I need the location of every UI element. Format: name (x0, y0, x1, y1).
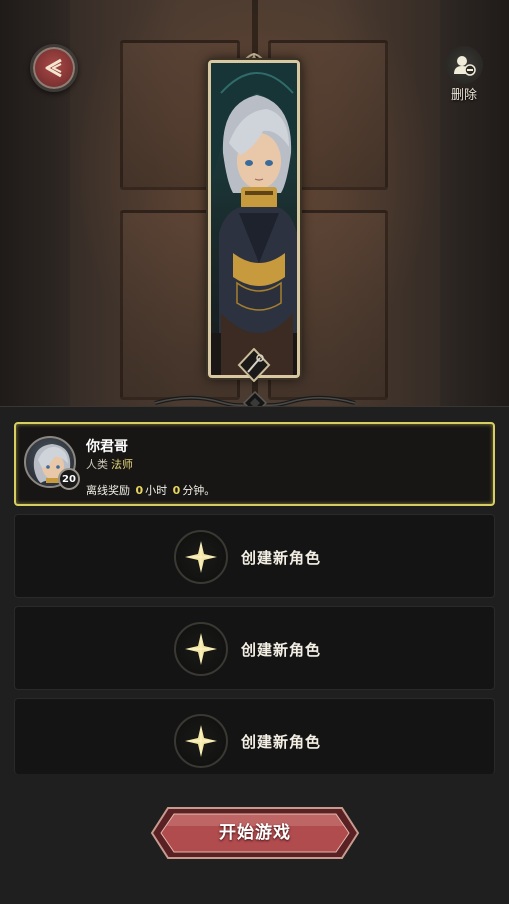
divider-ornament (154, 390, 356, 406)
create-character-button[interactable] (174, 530, 228, 584)
start-game-label: 开始游戏 (219, 823, 291, 843)
offline-hours-unit: 小时 (145, 484, 168, 497)
delete-label: 删除 (450, 88, 477, 103)
create-character-button[interactable] (174, 622, 228, 676)
create-character-slot-2[interactable]: 创建新角色 (14, 606, 495, 690)
delete-character-button[interactable]: 删除 (442, 46, 486, 103)
create-character-label: 创建新角色 (241, 641, 322, 659)
start-game-button[interactable]: 开始游戏 (150, 806, 360, 860)
character-race: 人类 (86, 458, 108, 471)
plus-cross-icon (185, 633, 217, 665)
offline-reward-text: 离线奖励 0 小时 0 分钟。 (86, 482, 215, 498)
character-name: 你君哥 (86, 439, 128, 455)
level-badge: 20 (58, 468, 80, 490)
back-button[interactable] (30, 44, 78, 92)
back-chevron-icon (45, 58, 62, 78)
character-race-class: 人类 法师 (86, 456, 133, 472)
create-character-button[interactable] (174, 714, 228, 768)
create-character-slot-1[interactable]: 创建新角色 (14, 514, 495, 598)
create-character-label: 创建新角色 (241, 733, 322, 751)
create-character-label: 创建新角色 (241, 549, 322, 567)
delete-user-icon (445, 46, 483, 84)
offline-minutes-value: 0 (172, 484, 181, 497)
character-portrait (208, 60, 300, 378)
character-illustration (211, 63, 297, 375)
offline-reward-prefix: 离线奖励 (86, 484, 130, 497)
offline-hours-value: 0 (135, 484, 144, 497)
plus-cross-icon (185, 725, 217, 757)
character-slot-card-selected[interactable]: 20 你君哥 人类 法师 离线奖励 0 小时 0 分钟。 (14, 422, 495, 506)
create-character-slot-3[interactable]: 创建新角色 (14, 698, 495, 774)
plus-cross-icon (185, 541, 217, 573)
character-class: 法师 (111, 458, 133, 471)
character-scene: 删除 (0, 0, 509, 406)
offline-minutes-unit: 分钟。 (182, 484, 216, 497)
staff-weapon-badge-icon (237, 348, 271, 382)
